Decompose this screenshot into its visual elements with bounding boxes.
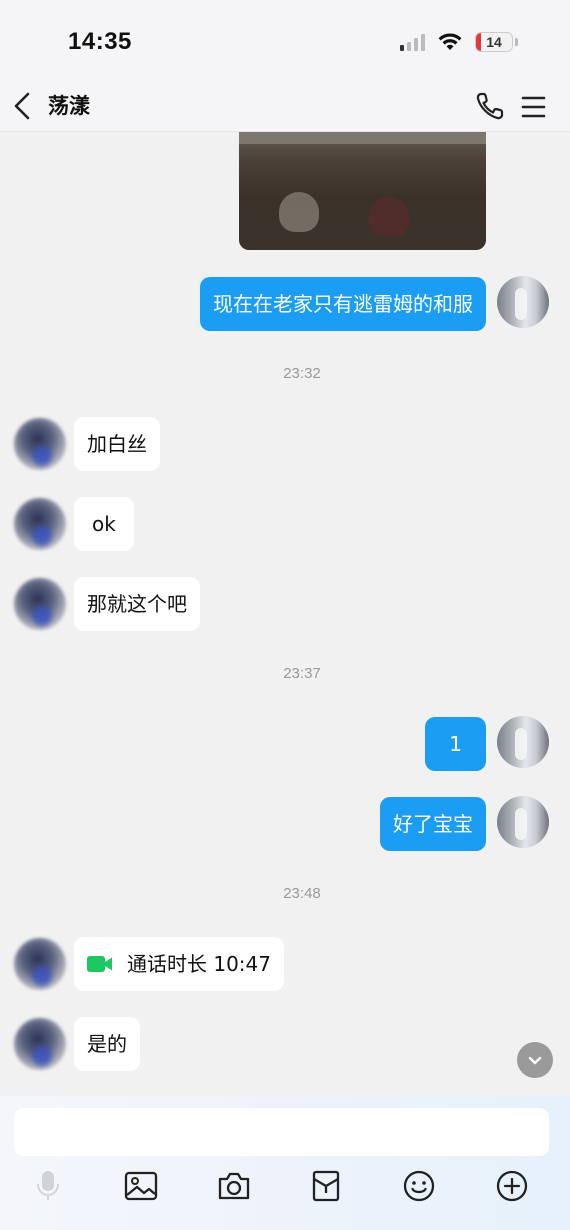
message-list[interactable]: 现在在老家只有逃雷姆的和服 23:32 加白丝 ok 那就这个吧 23:37 1… [0,132,570,1096]
hamburger-menu-icon [521,96,546,118]
video-call-icon [87,956,112,972]
contact-avatar[interactable] [14,418,66,470]
microphone-icon [37,1171,59,1200]
signal-icon [400,33,425,51]
battery-cap [515,38,518,46]
camera-icon [218,1172,250,1200]
camera-button[interactable] [214,1166,254,1206]
wifi-icon [438,33,462,50]
message-bubble-incoming[interactable]: 那就这个吧 [74,577,200,631]
call-record-message[interactable]: 通话时长 10:47 [74,937,284,991]
battery-level: 14 [486,34,502,50]
message-bubble-outgoing[interactable]: 1 [425,717,486,771]
message-bubble-incoming[interactable]: 加白丝 [74,417,160,471]
my-avatar[interactable] [497,796,549,848]
emoji-icon [403,1170,435,1202]
message-bubble-incoming[interactable]: ok [74,497,134,551]
plus-circle-icon [496,1170,528,1202]
back-button[interactable] [6,86,46,126]
more-button[interactable] [492,1166,532,1206]
photo-shelf [239,132,486,144]
my-avatar[interactable] [497,276,549,328]
voice-call-button[interactable] [470,86,510,126]
message-bubble-incoming[interactable]: 是的 [74,1017,140,1071]
timestamp: 23:37 [283,665,321,682]
photo-shoe [279,192,319,232]
input-area [0,1096,570,1230]
battery-icon: 14 [475,32,513,52]
contact-avatar[interactable] [14,938,66,990]
more-menu-button[interactable] [516,86,552,126]
contact-avatar[interactable] [14,578,66,630]
timestamp: 23:32 [283,365,321,382]
message-bubble-outgoing[interactable]: 现在在老家只有逃雷姆的和服 [200,277,486,331]
chevron-left-icon [14,92,30,120]
image-message[interactable] [239,132,486,250]
chevron-down-icon [528,1056,542,1065]
scroll-to-bottom-button[interactable] [517,1042,553,1078]
image-icon [124,1171,158,1201]
red-packet-icon [312,1170,340,1202]
emoji-button[interactable] [399,1166,439,1206]
contact-avatar[interactable] [14,1018,66,1070]
status-bar: 14:35 14 [0,0,570,80]
contact-avatar[interactable] [14,498,66,550]
chat-header: 荡漾 [0,80,570,132]
contact-name[interactable]: 荡漾 [48,90,90,120]
status-time: 14:35 [68,28,132,55]
voice-button[interactable] [28,1166,68,1206]
my-avatar[interactable] [497,716,549,768]
call-duration: 通话时长 10:47 [127,952,271,976]
photo-shoe [369,197,409,237]
timestamp: 23:48 [283,885,321,902]
message-bubble-outgoing[interactable]: 好了宝宝 [380,797,486,851]
red-packet-button[interactable] [306,1166,346,1206]
message-input[interactable] [14,1108,549,1156]
status-icons: 14 [400,30,518,54]
image-button[interactable] [121,1166,161,1206]
phone-icon [476,92,504,120]
